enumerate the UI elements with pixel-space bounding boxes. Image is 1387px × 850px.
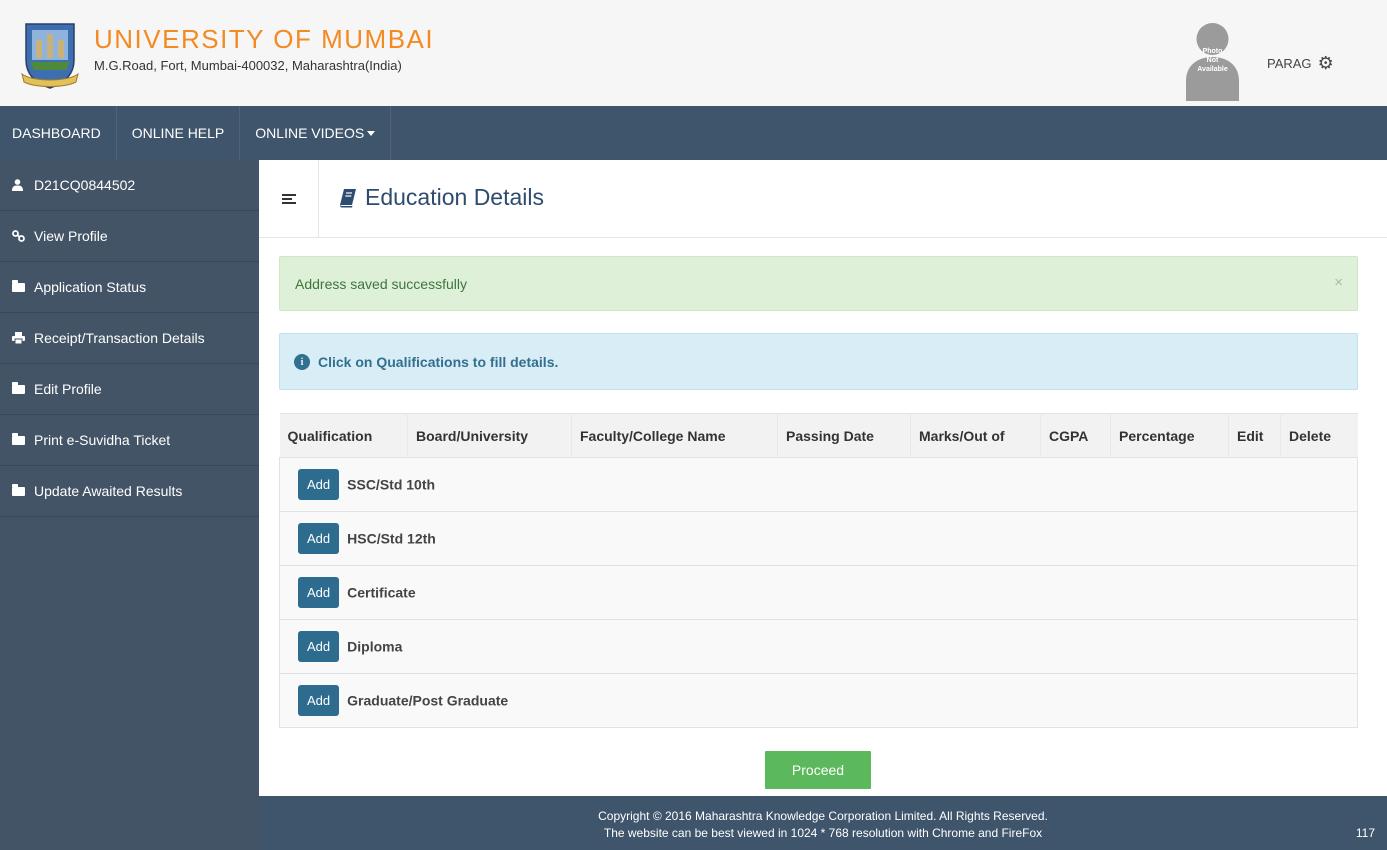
sidebar-item-label: Print e-Suvidha Ticket bbox=[34, 432, 171, 448]
qualification-name: Diploma bbox=[347, 638, 403, 655]
add-graduate-button[interactable]: Add bbox=[298, 685, 340, 716]
table-row: Add Diploma bbox=[279, 619, 1358, 674]
add-certificate-button[interactable]: Add bbox=[298, 577, 340, 608]
table-header-row: Qualification Board/University Faculty/C… bbox=[279, 413, 1358, 458]
add-diploma-button[interactable]: Add bbox=[298, 631, 340, 662]
folder-icon bbox=[12, 381, 34, 394]
table-row: Add Graduate/Post Graduate bbox=[279, 673, 1358, 728]
folder-icon bbox=[12, 432, 34, 445]
hamburger-icon bbox=[281, 192, 296, 206]
print-icon bbox=[12, 332, 34, 344]
svg-text:Available: Available bbox=[1197, 66, 1228, 73]
menu-toggle-button[interactable] bbox=[259, 160, 319, 238]
site-footer: Copyright © 2016 Maharashtra Knowledge C… bbox=[259, 796, 1387, 850]
column-header: CGPA bbox=[1040, 413, 1111, 458]
sidebar-item-label: Application Status bbox=[34, 279, 147, 295]
nav-online-help[interactable]: ONLINE HELP bbox=[117, 106, 241, 160]
sidebar-item-print-ticket[interactable]: Print e-Suvidha Ticket bbox=[0, 415, 259, 466]
qualification-cell: Add HSC/Std 12th bbox=[279, 511, 1358, 566]
proceed-button[interactable]: Proceed bbox=[765, 751, 871, 789]
university-logo bbox=[21, 23, 79, 89]
sidebar-item-view-profile[interactable]: View Profile bbox=[0, 211, 259, 262]
info-icon: i bbox=[294, 353, 310, 370]
sidebar-item-label: View Profile bbox=[34, 228, 108, 244]
sidebar-item-user-id[interactable]: D21CQ0844502 bbox=[0, 160, 259, 211]
sidebar-item-update-results[interactable]: Update Awaited Results bbox=[0, 466, 259, 517]
link-icon bbox=[12, 230, 34, 242]
university-title: UNIVERSITY OF MUMBAI bbox=[94, 24, 435, 54]
column-header: Marks/Out of bbox=[910, 413, 1041, 458]
user-menu[interactable]: PARAG ⚙ bbox=[1267, 54, 1334, 72]
qualification-name: HSC/Std 12th bbox=[347, 530, 436, 547]
user-icon bbox=[12, 179, 34, 191]
username-label: PARAG bbox=[1267, 55, 1312, 71]
column-header: Edit bbox=[1228, 413, 1281, 458]
sidebar: D21CQ0844502 View Profile Application St… bbox=[0, 160, 259, 850]
main-content: Education Details Address saved successf… bbox=[259, 160, 1387, 796]
column-header: Delete bbox=[1280, 413, 1358, 458]
site-header: UNIVERSITY OF MUMBAI M.G.Road, Fort, Mum… bbox=[0, 0, 1387, 106]
page-header: Education Details bbox=[259, 160, 1387, 238]
university-address: M.G.Road, Fort, Mumbai-400032, Maharasht… bbox=[94, 58, 402, 73]
book-icon bbox=[340, 188, 356, 207]
page-title-text: Education Details bbox=[365, 184, 544, 210]
sidebar-item-label: D21CQ0844502 bbox=[34, 177, 136, 193]
info-alert: i Click on Qualifications to fill detail… bbox=[279, 333, 1358, 390]
table-row: Add SSC/Std 10th bbox=[279, 457, 1358, 512]
page-title: Education Details bbox=[339, 184, 544, 211]
footer-copyright: Copyright © 2016 Maharashtra Knowledge C… bbox=[598, 809, 1048, 823]
sidebar-item-label: Edit Profile bbox=[34, 381, 102, 397]
add-hsc-button[interactable]: Add bbox=[298, 523, 340, 554]
top-navigation: DASHBOARD ONLINE HELP ONLINE VIDEOS bbox=[0, 106, 1387, 160]
nav-dashboard[interactable]: DASHBOARD bbox=[0, 106, 117, 160]
column-header: Faculty/College Name bbox=[571, 413, 778, 458]
sidebar-item-receipt[interactable]: Receipt/Transaction Details bbox=[0, 313, 259, 364]
table-row: Add HSC/Std 12th bbox=[279, 511, 1358, 566]
svg-text:Photo: Photo bbox=[1203, 48, 1223, 55]
education-table: Qualification Board/University Faculty/C… bbox=[279, 413, 1358, 728]
qualification-name: SSC/Std 10th bbox=[347, 476, 436, 493]
close-icon[interactable]: × bbox=[1334, 274, 1343, 291]
nav-online-videos[interactable]: ONLINE VIDEOS bbox=[240, 106, 392, 160]
footer-note: The website can be best viewed in 1024 *… bbox=[603, 826, 1043, 840]
svg-text:Not: Not bbox=[1207, 57, 1219, 64]
column-header: Qualification bbox=[279, 413, 408, 458]
sidebar-item-label: Update Awaited Results bbox=[34, 483, 183, 499]
table-row: Add Certificate bbox=[279, 565, 1358, 620]
avatar: Photo Not Available bbox=[1184, 17, 1241, 101]
folder-icon bbox=[12, 279, 34, 292]
sidebar-item-edit-profile[interactable]: Edit Profile bbox=[0, 364, 259, 415]
success-message: Address saved successfully bbox=[295, 275, 467, 292]
qualification-cell: Add SSC/Std 10th bbox=[279, 457, 1358, 512]
folder-icon bbox=[12, 483, 34, 496]
footer-count: 117 bbox=[1355, 826, 1375, 840]
qualification-name: Graduate/Post Graduate bbox=[347, 692, 509, 709]
column-header: Passing Date bbox=[777, 413, 911, 458]
info-message: Click on Qualifications to fill details. bbox=[318, 353, 559, 370]
qualification-name: Certificate bbox=[347, 584, 416, 601]
column-header: Board/University bbox=[407, 413, 572, 458]
qualification-cell: Add Graduate/Post Graduate bbox=[279, 673, 1358, 728]
qualification-cell: Add Diploma bbox=[279, 619, 1358, 674]
nav-online-videos-label: ONLINE VIDEOS bbox=[255, 125, 365, 141]
column-header: Percentage bbox=[1110, 413, 1229, 458]
sidebar-item-label: Receipt/Transaction Details bbox=[34, 330, 205, 346]
success-alert: Address saved successfully × bbox=[279, 256, 1358, 311]
qualification-cell: Add Certificate bbox=[279, 565, 1358, 620]
gear-icon[interactable]: ⚙ bbox=[1318, 54, 1334, 72]
sidebar-item-application-status[interactable]: Application Status bbox=[0, 262, 259, 313]
add-ssc-button[interactable]: Add bbox=[298, 469, 340, 500]
caret-down-icon bbox=[367, 130, 376, 136]
